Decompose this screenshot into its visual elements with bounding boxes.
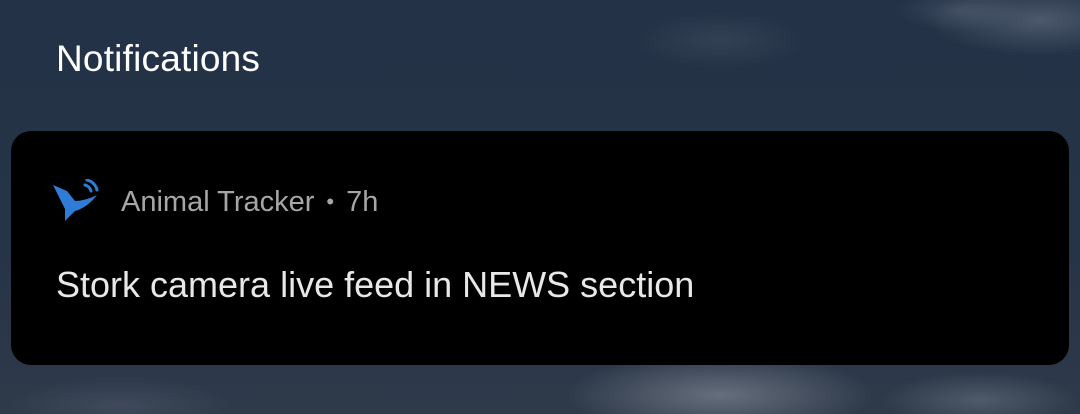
animal-tracker-bird-icon [51, 178, 103, 225]
separator-dot: • [326, 189, 335, 214]
notification-card[interactable]: Animal Tracker • 7h Stork camera live fe… [11, 131, 1069, 365]
notification-header: Animal Tracker • 7h [51, 177, 378, 227]
page-title: Notifications [56, 38, 261, 79]
app-name: Animal Tracker [121, 185, 315, 218]
notification-time: 7h [346, 185, 379, 218]
notification-message: Stork camera live feed in NEWS section [56, 264, 695, 305]
